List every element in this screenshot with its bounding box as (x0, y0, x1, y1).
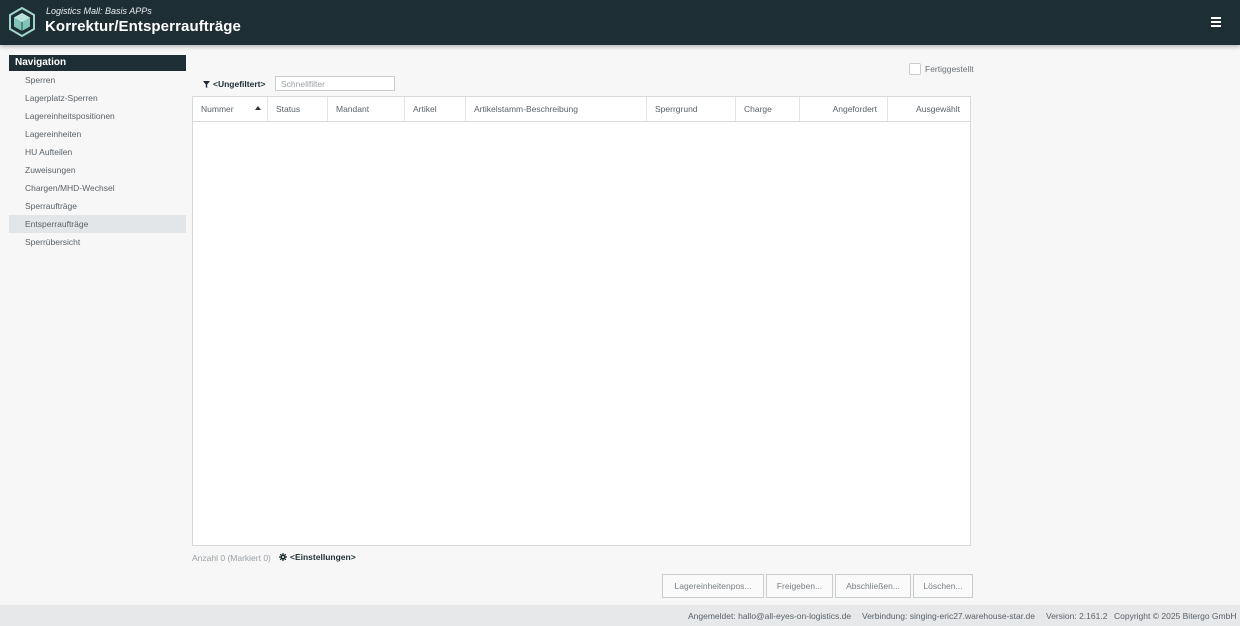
loeschen-button[interactable]: Löschen... (913, 574, 973, 598)
sidebar-item-zuweisungen[interactable]: Zuweisungen (9, 161, 186, 179)
logged-in-user: Angemeldet: hallo@all-eyes-on-logistics.… (688, 611, 852, 621)
abschliessen-button[interactable]: Abschließen... (835, 574, 911, 598)
copyright-info: Copyright © 2025 Bitergo GmbH (1114, 611, 1237, 621)
sidebar-item-chargen-mhd-wechsel[interactable]: Chargen/MHD-Wechsel (9, 179, 186, 197)
sidebar-item-lagereinheitspositionen[interactable]: Lagereinheitspositionen (9, 107, 186, 125)
gear-icon (279, 553, 287, 561)
hamburger-menu-icon[interactable] (1208, 17, 1224, 31)
column-header-ausgewaehlt[interactable]: Ausgewählt (888, 97, 970, 121)
page-title: Korrektur/Entsperraufträge (45, 18, 241, 35)
lagereinheitenpos-button[interactable]: Lagereinheitenpos... (662, 574, 764, 598)
sidebar-item-hu-aufteilen[interactable]: HU Aufteilen (9, 143, 186, 161)
cube-icon (9, 7, 35, 37)
version-info: Version: 2.161.2 (1046, 611, 1108, 621)
filter-button[interactable]: <Ungefiltert> (203, 79, 265, 89)
column-header-status[interactable]: Status (268, 97, 328, 121)
sidebar-item-sperruebersicht[interactable]: Sperrübersicht (9, 233, 186, 251)
column-header-charge[interactable]: Charge (736, 97, 800, 121)
filter-label: <Ungefiltert> (213, 79, 266, 89)
column-header-sperrgrund[interactable]: Sperrgrund (647, 97, 736, 121)
column-header-artikel[interactable]: Artikel (405, 97, 466, 121)
quick-filter-input[interactable] (275, 76, 395, 91)
app-subtitle: Logistics Mall: Basis APPs (46, 6, 152, 16)
column-label: Nummer (201, 104, 234, 114)
column-header-artikelstamm-beschreibung[interactable]: Artikelstamm-Beschreibung (466, 97, 647, 121)
finished-checkbox[interactable] (909, 63, 921, 75)
column-header-mandant[interactable]: Mandant (328, 97, 405, 121)
settings-button[interactable]: <Einstellungen> (279, 552, 356, 562)
sidebar-item-lagereinheiten[interactable]: Lagereinheiten (9, 125, 186, 143)
filter-icon (203, 80, 210, 88)
app-header: Logistics Mall: Basis APPs Korrektur/Ent… (0, 0, 1240, 45)
status-bar: Angemeldet: hallo@all-eyes-on-logistics.… (0, 605, 1240, 626)
column-header-angefordert[interactable]: Angefordert (800, 97, 888, 121)
table-header: Nummer Status Mandant Artikel Artikelsta… (193, 97, 970, 122)
sidebar-item-entsperrauftraege[interactable]: Entsperraufträge (9, 215, 186, 233)
row-count: Anzahl 0 (Markiert 0) (192, 553, 271, 563)
settings-label: <Einstellungen> (290, 552, 356, 562)
column-header-nummer[interactable]: Nummer (193, 97, 268, 121)
sidebar-item-lagerplatz-sperren[interactable]: Lagerplatz-Sperren (9, 89, 186, 107)
sidebar-navigation: Navigation Sperren Lagerplatz-Sperren La… (9, 55, 186, 251)
sort-ascending-icon (255, 106, 261, 110)
sidebar-header: Navigation (9, 55, 186, 71)
sidebar-item-sperrauftraege[interactable]: Sperraufträge (9, 197, 186, 215)
freigeben-button[interactable]: Freigeben... (766, 574, 833, 598)
finished-label: Fertiggestellt (925, 64, 974, 74)
orders-table: Nummer Status Mandant Artikel Artikelsta… (192, 96, 971, 546)
connection-info: Verbindung: singing-eric27.warehouse-sta… (862, 611, 1035, 621)
finished-filter: Fertiggestellt (909, 63, 974, 75)
sidebar-item-sperren[interactable]: Sperren (9, 71, 186, 89)
